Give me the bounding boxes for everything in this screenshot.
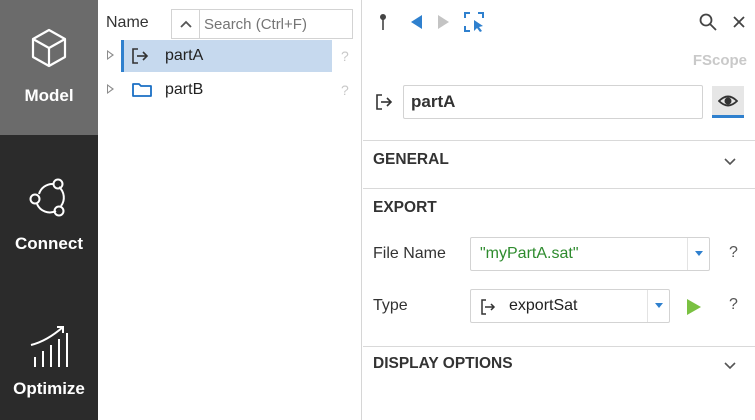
section-title: GENERAL [373,151,449,168]
type-field[interactable]: exportSat [470,289,670,323]
search-input[interactable] [199,9,353,39]
dropdown-button[interactable] [687,238,709,270]
tree-row-label: partB [165,81,204,98]
search-icon[interactable] [696,10,720,34]
type-value: exportSat [509,297,578,314]
properties-panel: FScope GENERAL EXPORT File Name "myPartA… [363,0,755,420]
chevron-down-icon [724,362,736,370]
object-name-field[interactable] [403,85,703,119]
help-icon[interactable]: ? [341,48,349,64]
section-general[interactable]: GENERAL [363,140,755,188]
caret-down-icon [694,251,703,256]
sidebar-item-label: Model [24,86,74,105]
section-title: EXPORT [373,199,437,216]
folder-icon [131,81,152,99]
cube-icon [25,24,73,72]
tree-header: Name [98,8,362,40]
help-icon[interactable]: ? [729,296,738,314]
sort-button[interactable] [171,9,199,39]
export-icon [481,299,496,315]
caret-down-icon [654,303,663,308]
chevron-down-icon [724,158,736,166]
file-name-field[interactable]: "myPartA.sat" [470,237,710,271]
close-icon[interactable] [729,10,749,34]
tree-row-parta[interactable]: partA ? [98,40,362,72]
help-icon[interactable]: ? [729,244,738,262]
section-display-options[interactable]: DISPLAY OPTIONS [363,346,755,420]
sidebar-item-label: Optimize [13,379,85,398]
model-tree-panel: Name partA ? partB ? [98,0,362,420]
section-title: DISPLAY OPTIONS [373,355,513,372]
sidebar-item-label: Connect [15,234,83,253]
file-name-label: File Name [373,245,446,262]
chevron-up-icon [179,20,192,28]
dropdown-button[interactable] [647,290,669,322]
select-target-icon[interactable] [462,10,486,34]
type-label: Type [373,297,408,314]
section-export: EXPORT File Name "myPartA.sat" ? Type ex… [363,188,755,346]
scope-label: FScope [692,52,747,69]
forward-arrow-icon[interactable] [434,10,454,34]
sidebar-item-model[interactable]: Model [0,0,98,135]
connect-icon [25,174,73,222]
sidebar-item-connect[interactable]: Connect [0,148,98,283]
eye-icon [718,95,738,106]
name-column-header[interactable]: Name [106,14,149,32]
tree-row-partb[interactable]: partB ? [98,74,362,106]
sidebar-item-optimize[interactable]: Optimize [0,293,98,420]
help-icon[interactable]: ? [341,82,349,98]
file-name-value: "myPartA.sat" [480,245,579,262]
expand-arrow-icon[interactable] [107,84,114,94]
pin-icon[interactable] [375,10,391,34]
export-icon [375,92,395,112]
selection-highlight [121,40,332,72]
play-icon [687,299,701,315]
tree-row-label: partA [165,47,204,64]
visibility-toggle[interactable] [712,86,744,118]
left-sidebar: Model Connect Optimize [0,0,98,420]
run-button[interactable] [685,295,703,319]
expand-arrow-icon[interactable] [107,50,114,60]
back-arrow-icon[interactable] [406,10,426,34]
export-icon [131,47,151,65]
chart-icon [25,323,73,371]
